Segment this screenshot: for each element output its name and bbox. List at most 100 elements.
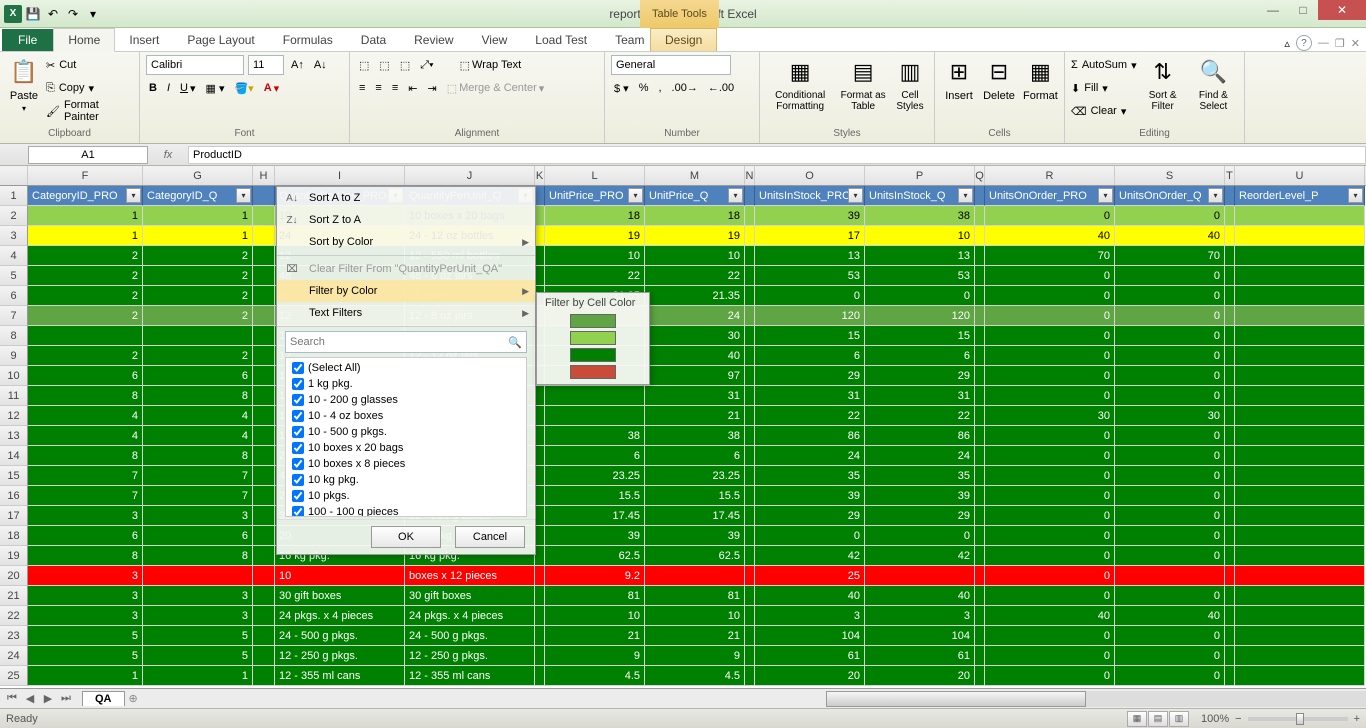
data-cell[interactable] [745,546,755,566]
data-cell[interactable] [1225,586,1235,606]
wb-restore-icon[interactable]: ❐ [1335,37,1345,50]
data-cell[interactable] [1235,606,1365,626]
new-sheet-icon[interactable]: ⊕ [129,692,138,705]
data-cell[interactable] [745,326,755,346]
data-cell[interactable]: 30 [985,406,1115,426]
format-cells-button[interactable]: ▦Format [1021,54,1060,104]
indent-dec-icon[interactable]: ⇤ [405,81,420,96]
col-header[interactable]: N [745,166,755,185]
data-cell[interactable] [253,566,275,586]
data-cell[interactable] [535,486,545,506]
data-cell[interactable] [1235,666,1365,686]
data-cell[interactable] [535,386,545,406]
data-cell[interactable] [745,626,755,646]
format-as-table-button[interactable]: ▤Format as Table [838,54,888,114]
data-cell[interactable]: 25 [755,566,865,586]
orientation-icon[interactable]: ⤢▾ [417,58,436,73]
data-cell[interactable] [1235,246,1365,266]
data-cell[interactable] [975,646,985,666]
data-tab[interactable]: Data [347,29,400,51]
data-cell[interactable] [535,506,545,526]
data-cell[interactable]: 0 [1115,526,1225,546]
bold-button[interactable]: B [146,81,160,95]
data-cell[interactable] [975,406,985,426]
data-cell[interactable] [745,206,755,226]
data-cell[interactable]: 24 [645,306,745,326]
filter-item[interactable]: 10 - 4 oz boxes [288,408,524,424]
undo-icon[interactable]: ↶ [44,5,62,23]
data-cell[interactable]: 15.5 [545,486,645,506]
data-cell[interactable]: 0 [1115,386,1225,406]
data-cell[interactable] [535,606,545,626]
data-cell[interactable]: 0 [1115,306,1225,326]
data-cell[interactable]: 12 - 355 ml cans [275,666,405,686]
data-cell[interactable] [535,246,545,266]
data-cell[interactable] [1235,646,1365,666]
data-cell[interactable] [253,366,275,386]
delete-cells-button[interactable]: ⊟Delete [981,54,1017,104]
data-cell[interactable]: 104 [865,626,975,646]
data-cell[interactable] [1225,646,1235,666]
data-cell[interactable] [253,206,275,226]
data-cell[interactable] [745,286,755,306]
filter-icon[interactable]: ▾ [848,188,863,203]
filter-icon[interactable]: ▾ [236,188,251,203]
data-cell[interactable]: 4 [143,426,253,446]
data-cell[interactable] [745,566,755,586]
data-cell[interactable]: 0 [985,586,1115,606]
data-cell[interactable] [1235,626,1365,646]
data-cell[interactable]: 39 [755,486,865,506]
data-cell[interactable]: 40 [755,586,865,606]
data-cell[interactable]: 3 [143,606,253,626]
data-cell[interactable]: 0 [985,366,1115,386]
sort-a-z[interactable]: A↓Sort A to Z [277,187,535,209]
data-cell[interactable] [1235,446,1365,466]
data-cell[interactable]: 9 [545,646,645,666]
data-cell[interactable]: 5 [28,626,143,646]
data-cell[interactable] [745,446,755,466]
data-cell[interactable] [1235,306,1365,326]
zoom-level[interactable]: 100% [1201,713,1229,725]
data-cell[interactable]: 22 [545,266,645,286]
col-header[interactable]: U [1235,166,1365,185]
filter-item[interactable]: 10 kg pkg. [288,472,524,488]
data-cell[interactable] [545,386,645,406]
data-cell[interactable]: 1 [143,226,253,246]
col-header[interactable]: F [28,166,143,185]
data-cell[interactable]: 120 [865,306,975,326]
data-cell[interactable]: 6 [28,366,143,386]
data-cell[interactable]: 29 [755,506,865,526]
fx-icon[interactable]: fx [156,149,180,161]
data-cell[interactable]: 29 [755,366,865,386]
save-icon[interactable]: 💾 [24,5,42,23]
data-cell[interactable]: 15 [865,326,975,346]
filter-item[interactable]: 10 pkgs. [288,488,524,504]
data-cell[interactable]: 40 [1115,606,1225,626]
data-cell[interactable] [535,626,545,646]
color-swatch[interactable] [570,331,616,345]
data-cell[interactable] [535,666,545,686]
insert-cells-button[interactable]: ⊞Insert [941,54,977,104]
minimize-button[interactable]: — [1258,0,1288,20]
col-header[interactable]: L [545,166,645,185]
data-cell[interactable] [28,326,143,346]
data-cell[interactable]: 9.2 [545,566,645,586]
data-cell[interactable] [1235,206,1365,226]
data-cell[interactable]: 4.5 [545,666,645,686]
data-cell[interactable]: 0 [1115,666,1225,686]
data-cell[interactable]: 10 [865,226,975,246]
data-cell[interactable]: 4 [28,426,143,446]
filter-checkbox[interactable] [292,490,304,502]
filter-icon[interactable]: ▾ [1208,188,1223,203]
column-header-cell[interactable] [253,186,275,206]
data-cell[interactable]: 10 [545,246,645,266]
filter-item[interactable]: 10 boxes x 8 pieces [288,456,524,472]
data-cell[interactable]: 0 [1115,206,1225,226]
data-cell[interactable]: 53 [755,266,865,286]
data-cell[interactable] [745,426,755,446]
data-cell[interactable] [1235,366,1365,386]
align-left-icon[interactable]: ≡ [356,81,368,95]
data-cell[interactable]: 22 [865,406,975,426]
data-cell[interactable]: 18 [645,206,745,226]
data-cell[interactable]: 81 [645,586,745,606]
